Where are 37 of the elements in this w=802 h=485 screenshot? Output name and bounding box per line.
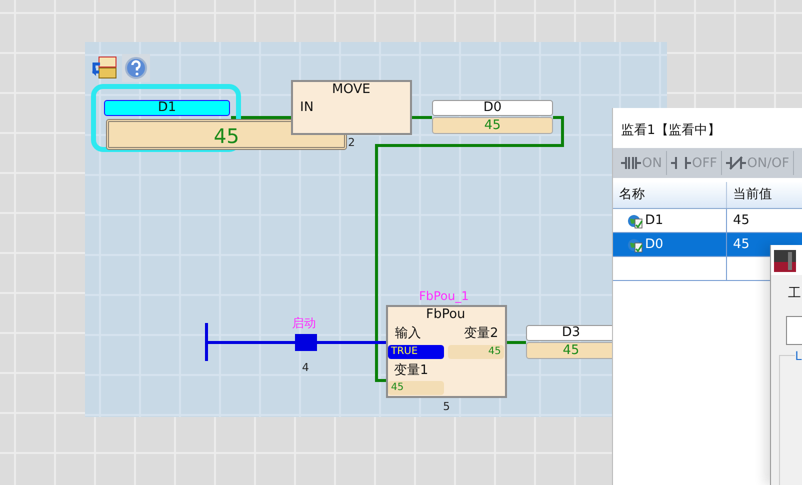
- power-rail: [205, 323, 208, 361]
- variable-name[interactable]: D1: [104, 100, 230, 116]
- contact-open-icon: [670, 156, 691, 170]
- field-label: 工: [788, 285, 801, 302]
- pin-label: IN: [300, 100, 314, 115]
- contact-toggle-icon: [726, 156, 746, 170]
- table-row[interactable]: D0 45: [613, 233, 802, 257]
- pin-label: 变量2: [464, 325, 498, 342]
- help-icon[interactable]: [122, 54, 150, 82]
- element-number: 4: [302, 361, 309, 374]
- element-number: 5: [443, 400, 450, 413]
- block-title: MOVE: [332, 82, 370, 97]
- instance-name: FbPou_1: [419, 289, 469, 303]
- contact-label: 启动: [292, 315, 316, 332]
- input-value[interactable]: 45: [388, 381, 444, 395]
- contact-closed-icon: [621, 156, 641, 170]
- input-value[interactable]: TRUE: [388, 345, 444, 359]
- block-title: FbPou: [426, 307, 466, 322]
- pin-label: 输入: [395, 325, 421, 342]
- element-number: 2: [348, 136, 355, 149]
- function-block[interactable]: [291, 80, 412, 135]
- table-cell: 45: [727, 209, 802, 232]
- pin-label: 变量1: [394, 362, 428, 379]
- column-header[interactable]: 当前值: [727, 182, 802, 208]
- table-cell-text: D1: [645, 212, 664, 230]
- window-title: 监看1【监看中】: [621, 122, 720, 139]
- variable-name[interactable]: D0: [432, 100, 553, 116]
- variable-value[interactable]: 45: [432, 117, 553, 134]
- app-icon: [774, 250, 796, 272]
- column-header[interactable]: 名称: [613, 182, 727, 208]
- globe-icon: [627, 236, 643, 252]
- table-cell-text: D0: [645, 236, 664, 254]
- wire: [231, 116, 291, 119]
- globe-icon: [627, 212, 643, 228]
- table-row[interactable]: D1 45: [613, 209, 802, 233]
- group-label: L: [795, 349, 802, 363]
- output-value[interactable]: 45: [448, 345, 504, 359]
